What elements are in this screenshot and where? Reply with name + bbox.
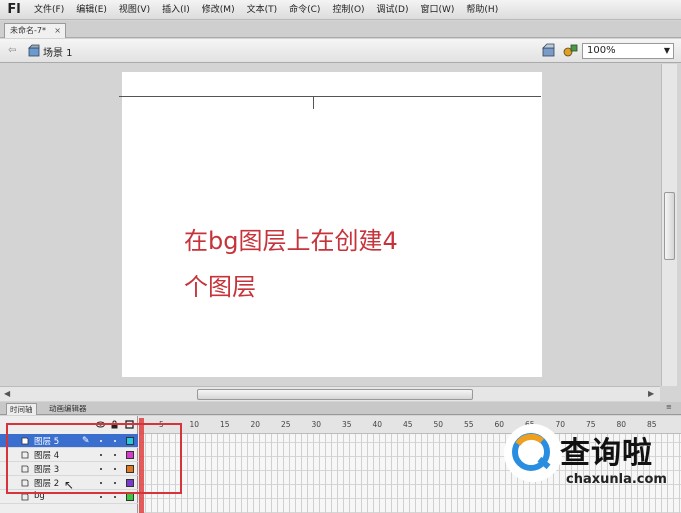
stage-annotation-text: 在bg图层上在创建4 个图层 <box>184 218 398 310</box>
menu-modify[interactable]: 修改(M) <box>196 0 241 20</box>
app-logo: Fl <box>7 2 21 17</box>
frame-number: 60 <box>494 420 505 429</box>
edit-scene-icon[interactable] <box>542 43 556 57</box>
frame-number: 30 <box>311 420 322 429</box>
tab-timeline[interactable]: 时间轴 <box>6 403 37 415</box>
scene-icon <box>28 44 40 57</box>
visibility-dot[interactable] <box>100 496 102 498</box>
outline-color-swatch[interactable] <box>126 493 134 501</box>
document-tab[interactable]: 未命名-7* × <box>4 23 66 38</box>
layer-icon <box>21 493 29 501</box>
close-icon[interactable]: × <box>54 24 61 37</box>
menu-window[interactable]: 窗口(W) <box>415 0 461 20</box>
vertical-scroll-thumb[interactable] <box>664 192 675 260</box>
back-arrow-icon[interactable]: ⇦ <box>8 45 16 56</box>
horizontal-scrollbar[interactable]: ◀ ▶ <box>0 386 660 401</box>
stage-annotation-line-2: 个图层 <box>184 273 256 301</box>
timeline-tab-bar: 时间轴 动画编辑器 ≡ <box>0 402 681 415</box>
scroll-right-icon[interactable]: ▶ <box>648 389 654 398</box>
tab-motion-editor[interactable]: 动画编辑器 <box>46 403 90 415</box>
watermark: 查询啦 chaxunla.com <box>504 424 672 494</box>
stage-line-shape[interactable] <box>119 96 541 97</box>
menu-text[interactable]: 文本(T) <box>241 0 284 20</box>
panel-menu-icon[interactable]: ≡ <box>666 403 672 411</box>
frame-number: 20 <box>250 420 261 429</box>
watermark-title: 查询啦 <box>560 436 653 471</box>
horizontal-scroll-thumb[interactable] <box>197 389 473 400</box>
zoom-select[interactable]: 100% ▼ <box>582 43 674 59</box>
watermark-logo-icon <box>504 424 562 482</box>
menu-edit[interactable]: 编辑(E) <box>70 0 113 20</box>
menu-debug[interactable]: 调试(D) <box>371 0 415 20</box>
menu-help[interactable]: 帮助(H) <box>460 0 504 20</box>
frame-number: 55 <box>464 420 474 429</box>
edit-symbol-icon[interactable] <box>563 43 579 57</box>
stage-annotation-line-1: 在bg图层上在创建4 <box>184 227 398 255</box>
watermark-url: chaxunla.com <box>566 472 667 487</box>
chevron-down-icon: ▼ <box>663 46 670 55</box>
menu-control[interactable]: 控制(O) <box>326 0 370 20</box>
frame-number: 40 <box>372 420 383 429</box>
frame-number: 35 <box>342 420 352 429</box>
document-tab-title: 未命名-7* <box>10 26 46 35</box>
text-cursor <box>313 97 314 109</box>
frame-number: 25 <box>281 420 291 429</box>
menu-insert[interactable]: 插入(I) <box>156 0 196 20</box>
scroll-left-icon[interactable]: ◀ <box>4 389 10 398</box>
menu-bar: Fl 文件(F) 编辑(E) 视图(V) 插入(I) 修改(M) 文本(T) 命… <box>0 0 681 20</box>
frame-number: 50 <box>433 420 444 429</box>
annotation-highlight-box <box>6 423 182 494</box>
menu-commands[interactable]: 命令(C) <box>283 0 326 20</box>
frame-number: 10 <box>189 420 200 429</box>
frame-number: 45 <box>403 420 413 429</box>
lock-dot[interactable] <box>114 496 116 498</box>
edit-bar: ⇦ 场景 1 100% ▼ <box>0 39 681 63</box>
document-tab-bar: 未命名-7* × <box>0 21 681 38</box>
vertical-scrollbar[interactable] <box>661 64 677 386</box>
menu-view[interactable]: 视图(V) <box>113 0 156 20</box>
scene-label[interactable]: 场景 1 <box>43 44 73 59</box>
zoom-value: 100% <box>587 45 616 56</box>
menu-file[interactable]: 文件(F) <box>28 0 70 20</box>
frame-number: 15 <box>220 420 230 429</box>
